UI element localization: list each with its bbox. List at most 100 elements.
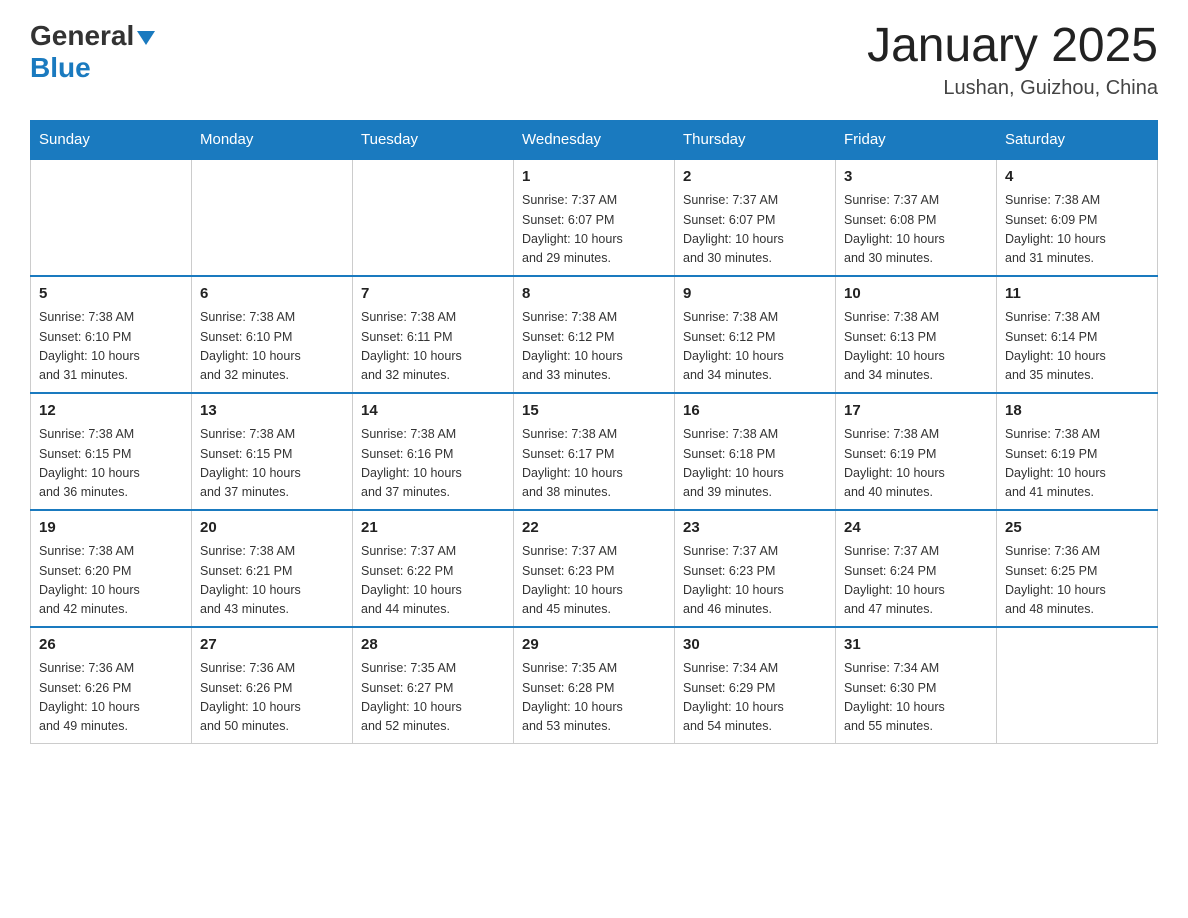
day-info: Sunrise: 7:38 AM Sunset: 6:09 PM Dayligh… bbox=[1005, 191, 1149, 269]
day-info: Sunrise: 7:38 AM Sunset: 6:10 PM Dayligh… bbox=[200, 308, 344, 386]
day-info: Sunrise: 7:38 AM Sunset: 6:11 PM Dayligh… bbox=[361, 308, 505, 386]
day-number: 20 bbox=[200, 517, 344, 540]
day-number: 12 bbox=[39, 400, 183, 423]
day-number: 6 bbox=[200, 283, 344, 306]
day-info: Sunrise: 7:36 AM Sunset: 6:26 PM Dayligh… bbox=[200, 659, 344, 737]
day-of-week-header: Sunday bbox=[31, 120, 192, 159]
logo: General Blue bbox=[30, 20, 155, 84]
day-info: Sunrise: 7:38 AM Sunset: 6:20 PM Dayligh… bbox=[39, 542, 183, 620]
calendar-cell: 25Sunrise: 7:36 AM Sunset: 6:25 PM Dayli… bbox=[997, 510, 1158, 627]
day-number: 25 bbox=[1005, 517, 1149, 540]
calendar-body: 1Sunrise: 7:37 AM Sunset: 6:07 PM Daylig… bbox=[31, 159, 1158, 744]
calendar-cell: 13Sunrise: 7:38 AM Sunset: 6:15 PM Dayli… bbox=[192, 393, 353, 510]
calendar-cell: 4Sunrise: 7:38 AM Sunset: 6:09 PM Daylig… bbox=[997, 159, 1158, 276]
day-info: Sunrise: 7:38 AM Sunset: 6:10 PM Dayligh… bbox=[39, 308, 183, 386]
day-number: 11 bbox=[1005, 283, 1149, 306]
calendar-cell: 24Sunrise: 7:37 AM Sunset: 6:24 PM Dayli… bbox=[836, 510, 997, 627]
calendar-cell: 11Sunrise: 7:38 AM Sunset: 6:14 PM Dayli… bbox=[997, 276, 1158, 393]
day-number: 18 bbox=[1005, 400, 1149, 423]
calendar-header: SundayMondayTuesdayWednesdayThursdayFrid… bbox=[31, 120, 1158, 159]
day-info: Sunrise: 7:38 AM Sunset: 6:15 PM Dayligh… bbox=[200, 425, 344, 503]
calendar-cell: 28Sunrise: 7:35 AM Sunset: 6:27 PM Dayli… bbox=[353, 627, 514, 744]
day-number: 17 bbox=[844, 400, 988, 423]
calendar-week-row: 19Sunrise: 7:38 AM Sunset: 6:20 PM Dayli… bbox=[31, 510, 1158, 627]
day-number: 9 bbox=[683, 283, 827, 306]
day-info: Sunrise: 7:34 AM Sunset: 6:29 PM Dayligh… bbox=[683, 659, 827, 737]
day-info: Sunrise: 7:38 AM Sunset: 6:16 PM Dayligh… bbox=[361, 425, 505, 503]
logo-arrow-icon bbox=[137, 31, 155, 45]
day-info: Sunrise: 7:36 AM Sunset: 6:26 PM Dayligh… bbox=[39, 659, 183, 737]
calendar-cell: 27Sunrise: 7:36 AM Sunset: 6:26 PM Dayli… bbox=[192, 627, 353, 744]
calendar-cell: 6Sunrise: 7:38 AM Sunset: 6:10 PM Daylig… bbox=[192, 276, 353, 393]
day-number: 5 bbox=[39, 283, 183, 306]
day-of-week-header: Saturday bbox=[997, 120, 1158, 159]
day-number: 28 bbox=[361, 634, 505, 657]
calendar-cell: 16Sunrise: 7:38 AM Sunset: 6:18 PM Dayli… bbox=[675, 393, 836, 510]
day-number: 15 bbox=[522, 400, 666, 423]
day-info: Sunrise: 7:37 AM Sunset: 6:08 PM Dayligh… bbox=[844, 191, 988, 269]
day-number: 4 bbox=[1005, 166, 1149, 189]
day-of-week-header: Wednesday bbox=[514, 120, 675, 159]
day-number: 14 bbox=[361, 400, 505, 423]
calendar-week-row: 26Sunrise: 7:36 AM Sunset: 6:26 PM Dayli… bbox=[31, 627, 1158, 744]
day-number: 30 bbox=[683, 634, 827, 657]
day-info: Sunrise: 7:35 AM Sunset: 6:27 PM Dayligh… bbox=[361, 659, 505, 737]
day-info: Sunrise: 7:38 AM Sunset: 6:14 PM Dayligh… bbox=[1005, 308, 1149, 386]
day-number: 8 bbox=[522, 283, 666, 306]
day-of-week-header: Thursday bbox=[675, 120, 836, 159]
day-number: 3 bbox=[844, 166, 988, 189]
calendar-table: SundayMondayTuesdayWednesdayThursdayFrid… bbox=[30, 120, 1158, 744]
calendar-week-row: 1Sunrise: 7:37 AM Sunset: 6:07 PM Daylig… bbox=[31, 159, 1158, 276]
day-info: Sunrise: 7:37 AM Sunset: 6:23 PM Dayligh… bbox=[683, 542, 827, 620]
day-info: Sunrise: 7:36 AM Sunset: 6:25 PM Dayligh… bbox=[1005, 542, 1149, 620]
title-section: January 2025 Lushan, Guizhou, China bbox=[867, 20, 1158, 100]
calendar-cell bbox=[192, 159, 353, 276]
day-info: Sunrise: 7:38 AM Sunset: 6:13 PM Dayligh… bbox=[844, 308, 988, 386]
day-number: 13 bbox=[200, 400, 344, 423]
day-number: 10 bbox=[844, 283, 988, 306]
day-info: Sunrise: 7:38 AM Sunset: 6:19 PM Dayligh… bbox=[844, 425, 988, 503]
day-info: Sunrise: 7:35 AM Sunset: 6:28 PM Dayligh… bbox=[522, 659, 666, 737]
day-number: 21 bbox=[361, 517, 505, 540]
day-number: 2 bbox=[683, 166, 827, 189]
days-of-week-row: SundayMondayTuesdayWednesdayThursdayFrid… bbox=[31, 120, 1158, 159]
calendar-cell: 20Sunrise: 7:38 AM Sunset: 6:21 PM Dayli… bbox=[192, 510, 353, 627]
calendar-cell: 21Sunrise: 7:37 AM Sunset: 6:22 PM Dayli… bbox=[353, 510, 514, 627]
calendar-cell: 2Sunrise: 7:37 AM Sunset: 6:07 PM Daylig… bbox=[675, 159, 836, 276]
day-info: Sunrise: 7:37 AM Sunset: 6:22 PM Dayligh… bbox=[361, 542, 505, 620]
logo-blue-text: Blue bbox=[30, 52, 91, 84]
day-info: Sunrise: 7:37 AM Sunset: 6:07 PM Dayligh… bbox=[683, 191, 827, 269]
calendar-cell bbox=[997, 627, 1158, 744]
day-number: 19 bbox=[39, 517, 183, 540]
calendar-week-row: 5Sunrise: 7:38 AM Sunset: 6:10 PM Daylig… bbox=[31, 276, 1158, 393]
day-info: Sunrise: 7:38 AM Sunset: 6:15 PM Dayligh… bbox=[39, 425, 183, 503]
day-info: Sunrise: 7:38 AM Sunset: 6:19 PM Dayligh… bbox=[1005, 425, 1149, 503]
day-info: Sunrise: 7:34 AM Sunset: 6:30 PM Dayligh… bbox=[844, 659, 988, 737]
calendar-cell: 31Sunrise: 7:34 AM Sunset: 6:30 PM Dayli… bbox=[836, 627, 997, 744]
day-number: 23 bbox=[683, 517, 827, 540]
location-text: Lushan, Guizhou, China bbox=[867, 77, 1158, 100]
calendar-cell: 14Sunrise: 7:38 AM Sunset: 6:16 PM Dayli… bbox=[353, 393, 514, 510]
calendar-week-row: 12Sunrise: 7:38 AM Sunset: 6:15 PM Dayli… bbox=[31, 393, 1158, 510]
day-info: Sunrise: 7:37 AM Sunset: 6:23 PM Dayligh… bbox=[522, 542, 666, 620]
day-number: 22 bbox=[522, 517, 666, 540]
page-header: General Blue January 2025 Lushan, Guizho… bbox=[30, 20, 1158, 100]
day-info: Sunrise: 7:37 AM Sunset: 6:07 PM Dayligh… bbox=[522, 191, 666, 269]
calendar-cell: 7Sunrise: 7:38 AM Sunset: 6:11 PM Daylig… bbox=[353, 276, 514, 393]
calendar-cell bbox=[31, 159, 192, 276]
calendar-cell: 5Sunrise: 7:38 AM Sunset: 6:10 PM Daylig… bbox=[31, 276, 192, 393]
month-title: January 2025 bbox=[867, 20, 1158, 73]
day-info: Sunrise: 7:37 AM Sunset: 6:24 PM Dayligh… bbox=[844, 542, 988, 620]
day-number: 26 bbox=[39, 634, 183, 657]
calendar-cell: 15Sunrise: 7:38 AM Sunset: 6:17 PM Dayli… bbox=[514, 393, 675, 510]
calendar-cell: 1Sunrise: 7:37 AM Sunset: 6:07 PM Daylig… bbox=[514, 159, 675, 276]
calendar-cell: 18Sunrise: 7:38 AM Sunset: 6:19 PM Dayli… bbox=[997, 393, 1158, 510]
calendar-cell: 30Sunrise: 7:34 AM Sunset: 6:29 PM Dayli… bbox=[675, 627, 836, 744]
calendar-cell bbox=[353, 159, 514, 276]
day-number: 27 bbox=[200, 634, 344, 657]
logo-general-text: General bbox=[30, 20, 134, 52]
calendar-cell: 3Sunrise: 7:37 AM Sunset: 6:08 PM Daylig… bbox=[836, 159, 997, 276]
calendar-cell: 19Sunrise: 7:38 AM Sunset: 6:20 PM Dayli… bbox=[31, 510, 192, 627]
calendar-cell: 26Sunrise: 7:36 AM Sunset: 6:26 PM Dayli… bbox=[31, 627, 192, 744]
calendar-cell: 29Sunrise: 7:35 AM Sunset: 6:28 PM Dayli… bbox=[514, 627, 675, 744]
